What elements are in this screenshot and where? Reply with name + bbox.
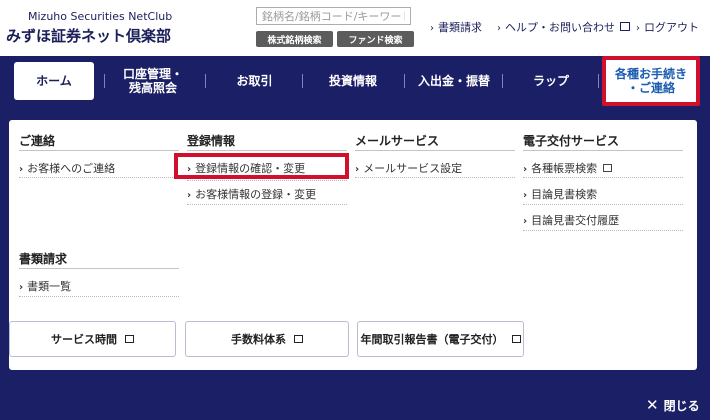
nav-divider bbox=[502, 74, 503, 88]
nav-invest-info[interactable]: 投資情報 bbox=[308, 62, 398, 100]
header: Mizuho Securities NetClub みずほ証券ネット倶楽部 株式… bbox=[0, 0, 710, 56]
divider bbox=[355, 150, 515, 151]
mail-settings-label: メールサービス設定 bbox=[363, 162, 463, 175]
nav-home-label: ホーム bbox=[36, 74, 72, 88]
highlight-box bbox=[174, 153, 349, 179]
documents-link[interactable]: › 書類請求 bbox=[430, 19, 482, 35]
registration-heading: 登録情報 bbox=[187, 134, 236, 148]
chevron-right-icon: › bbox=[355, 164, 360, 175]
close-icon: ✕ bbox=[646, 396, 659, 414]
close-button[interactable]: ✕ 閉じる bbox=[646, 396, 700, 414]
nav-home[interactable]: ホーム bbox=[14, 62, 94, 100]
nav-trade-label: お取引 bbox=[236, 74, 273, 88]
close-label: 閉じる bbox=[663, 398, 700, 413]
logout-link-label: ログアウト bbox=[644, 21, 699, 34]
global-nav: ホーム 口座管理・ 残高照会 お取引 投資情報 入出金・振替 ラップ 各種お手続… bbox=[0, 56, 710, 106]
divider bbox=[523, 177, 683, 179]
divider bbox=[523, 230, 683, 232]
nav-account-label-2: 残高照会 bbox=[128, 81, 177, 95]
prospectus-history-label: 目論見書交付履歴 bbox=[531, 214, 620, 227]
nav-account[interactable]: 口座管理・ 残高照会 bbox=[110, 62, 196, 100]
chevron-right-icon: › bbox=[430, 23, 434, 34]
brand-logo-ja[interactable]: みずほ証券ネット倶楽部 bbox=[6, 25, 171, 46]
nav-divider bbox=[302, 74, 303, 88]
docs-list-label: 書類一覧 bbox=[27, 280, 72, 293]
chevron-right-icon: › bbox=[636, 23, 640, 34]
divider bbox=[523, 150, 683, 151]
prospectus-history-link[interactable]: › 目論見書交付履歴 bbox=[523, 212, 619, 228]
divider bbox=[187, 180, 347, 182]
external-window-icon bbox=[620, 22, 630, 31]
fees-label: 手数料体系 bbox=[231, 333, 286, 346]
brand-logo-en[interactable]: Mizuho Securities NetClub bbox=[28, 10, 172, 23]
main-area: ホーム 口座管理・ 残高照会 お取引 投資情報 入出金・振替 ラップ 各種お手続… bbox=[0, 56, 710, 420]
divider bbox=[523, 204, 683, 206]
divider bbox=[19, 268, 179, 269]
search-input[interactable] bbox=[256, 7, 411, 25]
divider bbox=[19, 150, 179, 151]
nav-account-label-1: 口座管理・ bbox=[122, 67, 183, 81]
contact-notice-link[interactable]: › お客様へのご連絡 bbox=[19, 160, 115, 176]
nav-wrap[interactable]: ラップ bbox=[506, 62, 596, 100]
statement-search-link[interactable]: › 各種帳票検索 bbox=[523, 160, 613, 176]
edelivery-heading: 電子交付サービス bbox=[523, 134, 620, 148]
logout-link[interactable]: › ログアウト bbox=[636, 19, 699, 35]
chevron-right-icon: › bbox=[19, 282, 24, 293]
nav-divider bbox=[205, 74, 206, 88]
help-link-label: ヘルプ・お問い合わせ bbox=[505, 21, 615, 34]
nav-trade[interactable]: お取引 bbox=[212, 62, 297, 100]
nav-procedures-label-1: 各種お手続き bbox=[614, 67, 687, 81]
external-window-icon bbox=[603, 164, 613, 172]
nav-divider bbox=[404, 74, 405, 88]
nav-deposit[interactable]: 入出金・振替 bbox=[408, 62, 500, 100]
external-window-icon bbox=[125, 335, 134, 343]
divider bbox=[355, 177, 515, 179]
prospectus-search-label: 目論見書検索 bbox=[531, 188, 598, 201]
chevron-right-icon: › bbox=[19, 164, 24, 175]
divider bbox=[187, 150, 347, 151]
annual-report-label: 年間取引報告書（電子交付） bbox=[360, 333, 504, 346]
docs-list-link[interactable]: › 書類一覧 bbox=[19, 278, 71, 294]
chevron-right-icon: › bbox=[187, 190, 192, 201]
external-window-icon bbox=[511, 335, 521, 343]
chevron-right-icon: › bbox=[523, 216, 528, 227]
service-hours-button[interactable]: サービス時間 bbox=[9, 321, 176, 357]
divider bbox=[19, 177, 179, 179]
nav-procedures[interactable]: 各種お手続き ・ご連絡 bbox=[602, 56, 700, 106]
customer-info-label: お客様情報の登録・変更 bbox=[195, 188, 317, 201]
mail-heading: メールサービス bbox=[355, 134, 440, 148]
chevron-right-icon: › bbox=[497, 23, 501, 34]
nav-wrap-label: ラップ bbox=[532, 74, 569, 88]
documents-link-label: 書類請求 bbox=[438, 21, 482, 34]
fund-search-button[interactable]: ファンド検索 bbox=[337, 31, 414, 47]
nav-invest-info-label: 投資情報 bbox=[328, 74, 377, 88]
customer-info-link[interactable]: › お客様情報の登録・変更 bbox=[187, 186, 316, 202]
docs-heading: 書類請求 bbox=[19, 252, 68, 266]
help-link[interactable]: › ヘルプ・お問い合わせ bbox=[497, 19, 630, 35]
nav-deposit-label: 入出金・振替 bbox=[417, 74, 490, 88]
fees-button[interactable]: 手数料体系 bbox=[185, 321, 349, 357]
nav-procedures-label-2: ・ご連絡 bbox=[626, 81, 675, 95]
service-hours-label: サービス時間 bbox=[51, 333, 117, 346]
divider bbox=[19, 296, 179, 298]
stock-search-button[interactable]: 株式銘柄検索 bbox=[256, 31, 333, 47]
annual-report-button[interactable]: 年間取引報告書（電子交付） bbox=[357, 321, 524, 357]
external-window-icon bbox=[294, 335, 303, 343]
nav-divider bbox=[598, 74, 599, 88]
prospectus-search-link[interactable]: › 目論見書検索 bbox=[523, 186, 597, 202]
contact-heading: ご連絡 bbox=[19, 134, 56, 148]
mail-settings-link[interactable]: › メールサービス設定 bbox=[355, 160, 462, 176]
chevron-right-icon: › bbox=[523, 190, 528, 201]
chevron-right-icon: › bbox=[523, 164, 528, 175]
statement-search-label: 各種帳票検索 bbox=[531, 162, 598, 175]
nav-divider bbox=[104, 74, 105, 88]
contact-notice-label: お客様へのご連絡 bbox=[27, 162, 116, 175]
divider bbox=[187, 204, 347, 206]
